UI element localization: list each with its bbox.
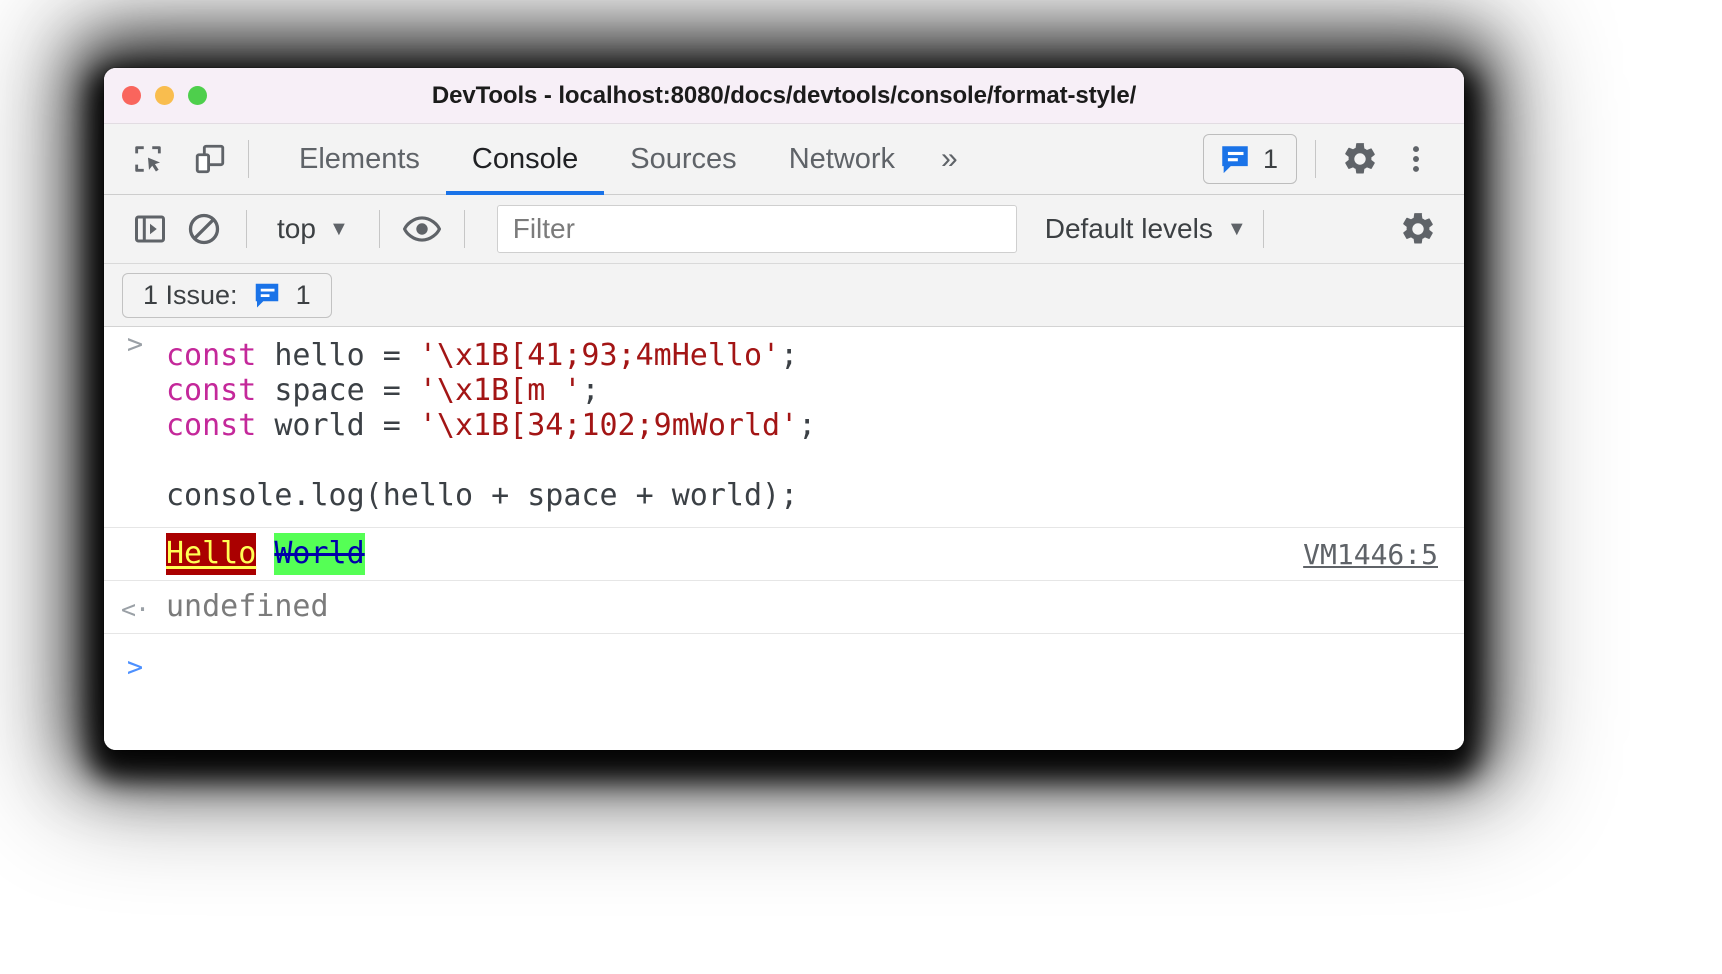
console-source-link[interactable]: VM1446:5: [1303, 538, 1464, 571]
prompt-arrow-icon: >: [127, 331, 143, 358]
tabbar-right-divider: [1315, 140, 1316, 178]
toolbar-divider-1: [246, 210, 247, 248]
console-sidebar-icon[interactable]: [124, 203, 176, 255]
clear-console-icon[interactable]: [178, 203, 230, 255]
tabbar-divider: [248, 140, 249, 178]
code-token-plain: ;: [780, 338, 798, 373]
issues-bar-count: 1: [296, 280, 311, 311]
window-titlebar: DevTools - localhost:8080/docs/devtools/…: [104, 68, 1464, 124]
maximize-window-button[interactable]: [188, 86, 207, 105]
tabbar-right-controls: 1: [1203, 124, 1464, 194]
code-token-plain: world =: [256, 408, 419, 443]
code-token-string: '\x1B[m ': [419, 373, 582, 408]
issues-bar: 1 Issue: 1: [104, 264, 1464, 327]
devtools-tabbar: Elements Console Sources Network » 1: [104, 124, 1464, 195]
output-gutter: [104, 552, 166, 556]
tab-elements[interactable]: Elements: [273, 124, 446, 194]
code-token-plain: ;: [798, 408, 816, 443]
console-output-entry: Hello World VM1446:5: [104, 527, 1464, 581]
ansi-segment-space: [256, 535, 274, 573]
return-arrow-icon: <·: [121, 597, 149, 622]
panel-tabs: Elements Console Sources Network »: [273, 124, 978, 194]
execution-context-value: top: [277, 213, 316, 245]
console-prompt-row[interactable]: >: [104, 634, 1464, 692]
console-result-entry: <· undefined: [104, 581, 1464, 634]
ansi-styled-output: Hello World: [166, 533, 1303, 575]
console-input-entry[interactable]: > const hello = '\x1B[41;93;4mHello'; co…: [104, 327, 1464, 527]
toolbar-divider-2: [379, 210, 380, 248]
ansi-segment-world: World: [274, 533, 364, 575]
console-result-value: undefined: [166, 588, 329, 626]
tab-sources[interactable]: Sources: [604, 124, 762, 194]
prompt-gutter: >: [104, 650, 166, 681]
result-gutter: <·: [104, 593, 166, 622]
issues-message-icon: [1218, 142, 1252, 176]
more-options-kebab-icon[interactable]: [1390, 133, 1442, 185]
input-gutter: >: [104, 327, 166, 358]
code-token-keyword: const: [166, 408, 256, 443]
inspect-element-icon[interactable]: [128, 139, 168, 179]
prompt-arrow-icon: >: [127, 654, 143, 681]
code-token-string: '\x1B[34;102;9mWorld': [419, 408, 798, 443]
console-input-code: const hello = '\x1B[41;93;4mHello'; cons…: [166, 327, 816, 527]
close-window-button[interactable]: [122, 86, 141, 105]
log-level-value: Default levels: [1045, 213, 1213, 245]
filter-input[interactable]: Filter: [497, 205, 1017, 253]
issues-label: 1 Issue:: [143, 280, 238, 311]
console-settings-gear-icon[interactable]: [1392, 203, 1444, 255]
log-level-selector[interactable]: Default levels ▼: [1045, 213, 1247, 245]
tabbar-left-icons: [104, 124, 230, 194]
devtools-window: DevTools - localhost:8080/docs/devtools/…: [104, 68, 1464, 750]
toolbar-divider-4: [1263, 210, 1264, 248]
more-tabs-chevron-icon[interactable]: »: [921, 124, 978, 194]
issues-message-icon: [252, 280, 282, 310]
issues-summary-button[interactable]: 1 Issue: 1: [122, 273, 332, 318]
eye-icon[interactable]: [396, 203, 448, 255]
window-controls: [122, 68, 207, 123]
ansi-segment-hello: Hello: [166, 533, 256, 575]
code-token-plain: space =: [256, 373, 419, 408]
console-toolbar: top ▼ Filter Default levels ▼: [104, 195, 1464, 264]
minimize-window-button[interactable]: [155, 86, 174, 105]
execution-context-selector[interactable]: top ▼: [263, 213, 363, 245]
code-token-keyword: const: [166, 338, 256, 373]
window-title: DevTools - localhost:8080/docs/devtools/…: [104, 82, 1464, 110]
issues-count: 1: [1263, 144, 1278, 175]
screenshot-root: DevTools - localhost:8080/docs/devtools/…: [0, 0, 1722, 974]
chevron-down-icon: ▼: [1227, 219, 1247, 239]
toolbar-divider-3: [464, 210, 465, 248]
tab-console[interactable]: Console: [446, 124, 604, 194]
code-token-plain: ;: [581, 373, 599, 408]
console-message-list: > const hello = '\x1B[41;93;4mHello'; co…: [104, 327, 1464, 750]
code-token-keyword: const: [166, 373, 256, 408]
code-token-plain: hello =: [256, 338, 419, 373]
code-token-string: '\x1B[41;93;4mHello': [419, 338, 780, 373]
tab-network[interactable]: Network: [763, 124, 921, 194]
settings-gear-icon[interactable]: [1334, 133, 1386, 185]
device-toolbar-icon[interactable]: [190, 139, 230, 179]
chevron-down-icon: ▼: [329, 219, 349, 239]
code-token-plain: console.log(hello + space + world);: [166, 478, 798, 513]
issues-badge-button[interactable]: 1: [1203, 134, 1297, 184]
